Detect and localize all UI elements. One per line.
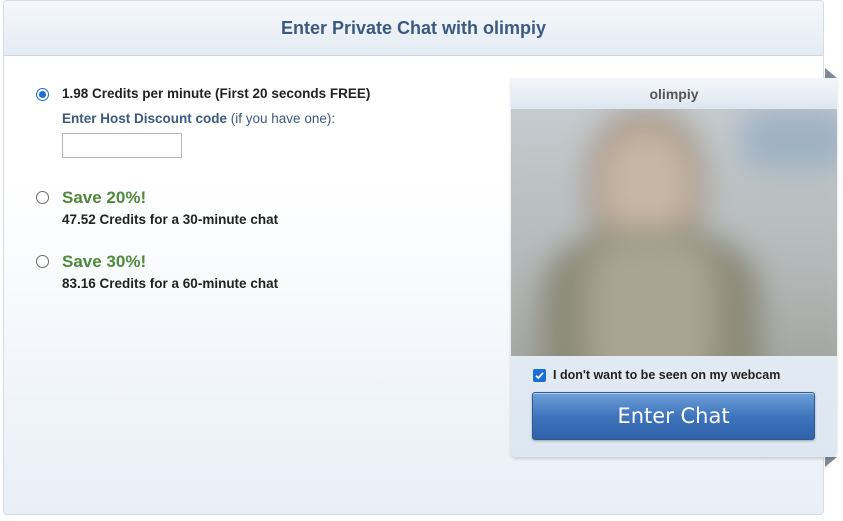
save20-title: Save 20%! <box>62 188 147 207</box>
blurred-video-frame <box>511 109 837 356</box>
cam-panel: olimpiy I don't want to be seen on my we… <box>511 78 837 457</box>
checkmark-icon <box>535 371 544 379</box>
discount-label-bold: Enter Host Discount code <box>62 111 228 126</box>
discount-label: Enter Host Discount code (if you have on… <box>62 111 335 126</box>
panel-corner-bottom <box>825 457 837 467</box>
save20-radio[interactable] <box>36 191 49 204</box>
save30-radio[interactable] <box>36 255 49 268</box>
cam-header: olimpiy <box>511 78 837 110</box>
per-minute-label: 1.98 Credits per minute (First 20 second… <box>62 86 371 101</box>
discount-code-input[interactable] <box>62 133 182 158</box>
dialog-header: Enter Private Chat with olimpiy <box>4 1 823 56</box>
dialog-title: Enter Private Chat with olimpiy <box>280 17 547 38</box>
save30-title: Save 30%! <box>62 252 147 271</box>
save20-subtitle: 47.52 Credits for a 30-minute chat <box>62 212 279 227</box>
discount-label-row: Enter Host Discount code (if you have on… <box>62 110 335 128</box>
per-minute-radio[interactable] <box>36 88 49 101</box>
save30-subtitle: 83.16 Credits for a 60-minute chat <box>62 276 279 291</box>
hide-webcam-checkbox[interactable] <box>533 368 546 382</box>
hide-webcam-row[interactable]: I don't want to be seen on my webcam <box>533 368 780 382</box>
cam-video-preview <box>511 109 837 356</box>
panel-corner-top <box>825 68 837 78</box>
cam-host-name: olimpiy <box>649 85 699 102</box>
hide-webcam-label: I don't want to be seen on my webcam <box>553 368 781 382</box>
enter-chat-button[interactable]: Enter Chat <box>532 392 815 440</box>
discount-label-rest: (if you have one): <box>227 111 336 126</box>
